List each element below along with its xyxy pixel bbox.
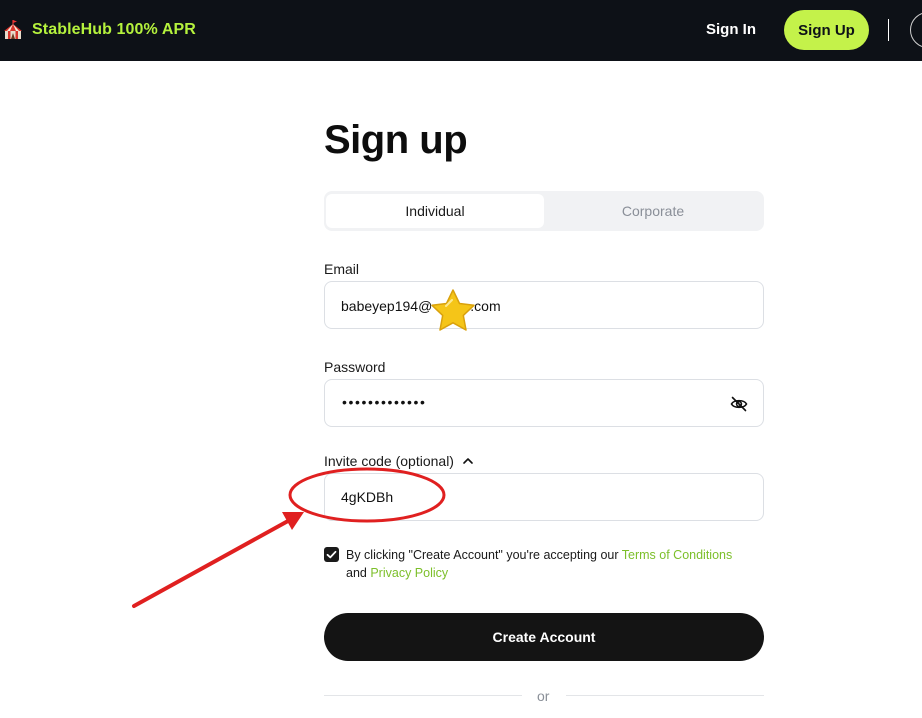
create-account-button[interactable]: Create Account	[324, 613, 764, 661]
divider-or-text: or	[537, 688, 550, 704]
header-divider	[888, 19, 889, 41]
invite-code-toggle[interactable]: Invite code (optional)	[324, 453, 474, 469]
brand[interactable]: StableHub 100% APR	[3, 19, 196, 41]
language-button[interactable]	[910, 12, 922, 48]
password-value: •••••••••••••	[342, 394, 427, 410]
sign-in-link[interactable]: Sign In	[706, 21, 756, 38]
top-navigation-bar: StableHub 100% APR Sign In Sign Up	[0, 0, 922, 61]
signup-page: StableHub 100% APR Sign In Sign Up Sign …	[0, 0, 922, 718]
invite-code-field[interactable]	[324, 473, 764, 521]
page-title: Sign up	[324, 118, 468, 162]
email-value: babeyep194@ .com	[341, 298, 501, 314]
tab-individual[interactable]: Individual	[326, 194, 544, 228]
email-value-suffix: .com	[470, 298, 501, 314]
chevron-up-icon	[463, 458, 473, 464]
terms-of-conditions-link[interactable]: Terms of Conditions	[622, 548, 732, 562]
arrow-icon	[132, 512, 304, 608]
terms-text: By clicking "Create Account" you're acce…	[346, 546, 766, 582]
sign-up-button[interactable]: Sign Up	[784, 10, 869, 50]
email-field[interactable]: babeyep194@ .com	[324, 281, 764, 329]
eye-slash-icon[interactable]	[729, 394, 749, 414]
invite-code-input[interactable]	[341, 474, 721, 520]
brand-name: StableHub 100% APR	[32, 21, 196, 38]
tent-icon	[4, 20, 22, 39]
tab-corporate[interactable]: Corporate	[544, 194, 762, 228]
password-field[interactable]: •••••••••••••	[324, 379, 764, 427]
terms-checkbox[interactable]	[324, 547, 339, 562]
divider-right	[566, 695, 764, 696]
terms-text-and: and	[346, 566, 371, 580]
annotation-layer	[132, 289, 475, 608]
invite-code-label: Invite code (optional)	[324, 453, 454, 469]
terms-text-before: By clicking "Create Account" you're acce…	[346, 548, 622, 562]
email-value-prefix: babeyep194@	[341, 298, 433, 314]
privacy-policy-link[interactable]: Privacy Policy	[370, 566, 448, 580]
check-icon	[326, 550, 337, 559]
email-label: Email	[324, 261, 360, 277]
password-label: Password	[324, 359, 386, 375]
divider-left	[324, 695, 522, 696]
account-type-tabs: Individual Corporate	[324, 191, 764, 231]
